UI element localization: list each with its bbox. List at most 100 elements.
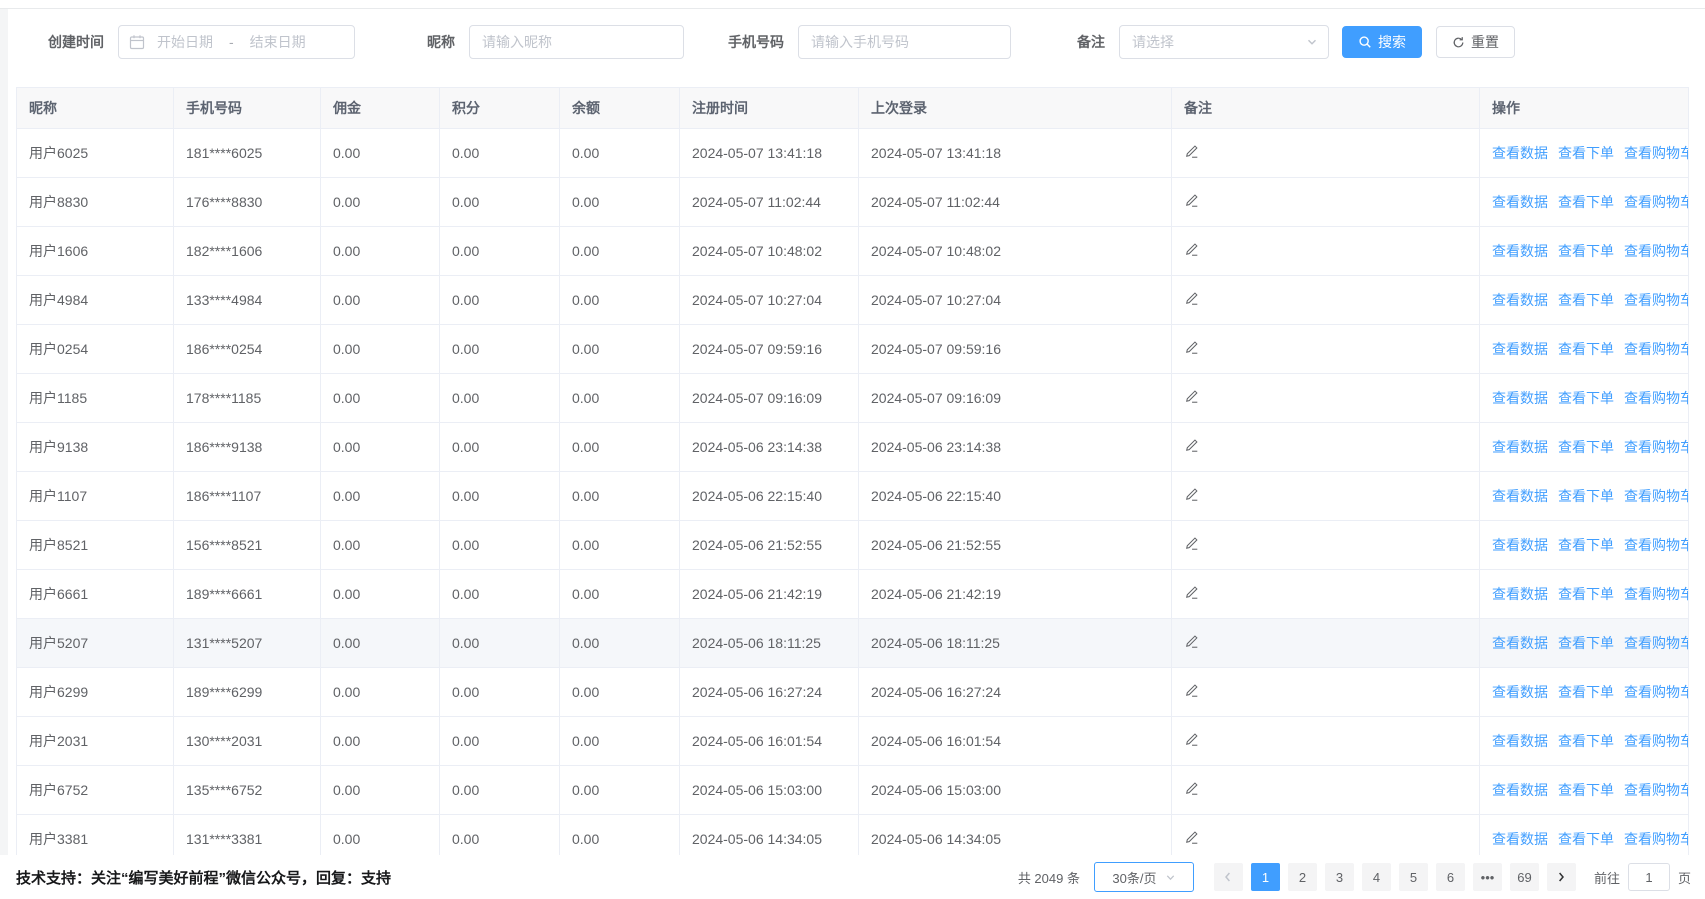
cell-commission: 0.00: [321, 325, 440, 374]
action-link-2[interactable]: 查看购物车: [1624, 145, 1689, 161]
date-range-picker[interactable]: -: [118, 25, 355, 59]
edit-remark-icon[interactable]: [1184, 389, 1199, 404]
action-link-2[interactable]: 查看购物车: [1624, 390, 1689, 406]
action-link-0[interactable]: 查看数据: [1492, 488, 1548, 504]
action-link-1[interactable]: 查看下单: [1558, 243, 1614, 259]
cell-points: 0.00: [440, 276, 560, 325]
edit-remark-icon[interactable]: [1184, 291, 1199, 306]
action-link-0[interactable]: 查看数据: [1492, 733, 1548, 749]
cell-register_time: 2024-05-06 22:15:40: [680, 472, 859, 521]
action-link-0[interactable]: 查看数据: [1492, 439, 1548, 455]
action-link-1[interactable]: 查看下单: [1558, 586, 1614, 602]
cell-commission: 0.00: [321, 178, 440, 227]
action-link-1[interactable]: 查看下单: [1558, 782, 1614, 798]
pagination-page-3[interactable]: 3: [1325, 863, 1354, 891]
action-link-1[interactable]: 查看下单: [1558, 439, 1614, 455]
filter-bar: 创建时间 - 昵称 手机号码 备注 请选择 搜索 重置: [8, 9, 1705, 75]
cell-remark: [1172, 325, 1480, 374]
pagination-page-4[interactable]: 4: [1362, 863, 1391, 891]
action-link-2[interactable]: 查看购物车: [1624, 292, 1689, 308]
pagination-page-69[interactable]: 69: [1510, 863, 1539, 891]
cell-balance: 0.00: [560, 325, 680, 374]
edit-remark-icon[interactable]: [1184, 536, 1199, 551]
edit-remark-icon[interactable]: [1184, 732, 1199, 747]
action-link-2[interactable]: 查看购物车: [1624, 341, 1689, 357]
nickname-input[interactable]: [469, 25, 684, 59]
action-link-2[interactable]: 查看购物车: [1624, 586, 1689, 602]
action-link-1[interactable]: 查看下单: [1558, 733, 1614, 749]
remark-select[interactable]: 请选择: [1119, 25, 1329, 59]
phone-input[interactable]: [798, 25, 1011, 59]
action-link-1[interactable]: 查看下单: [1558, 145, 1614, 161]
action-link-2[interactable]: 查看购物车: [1624, 733, 1689, 749]
cell-last_login: 2024-05-06 23:14:38: [859, 423, 1172, 472]
action-link-1[interactable]: 查看下单: [1558, 390, 1614, 406]
table-row: 用户3381131****33810.000.000.002024-05-06 …: [17, 815, 1689, 856]
table-row: 用户9138186****91380.000.000.002024-05-06 …: [17, 423, 1689, 472]
action-link-2[interactable]: 查看购物车: [1624, 782, 1689, 798]
end-date-input[interactable]: [238, 34, 318, 50]
action-link-1[interactable]: 查看下单: [1558, 635, 1614, 651]
action-link-2[interactable]: 查看购物车: [1624, 439, 1689, 455]
edit-remark-icon[interactable]: [1184, 193, 1199, 208]
reset-button[interactable]: 重置: [1436, 26, 1515, 58]
table-row: 用户8830176****88300.000.000.002024-05-07 …: [17, 178, 1689, 227]
start-date-input[interactable]: [145, 34, 225, 50]
cell-last_login: 2024-05-07 10:48:02: [859, 227, 1172, 276]
action-link-0[interactable]: 查看数据: [1492, 145, 1548, 161]
pagination-prev-button[interactable]: [1214, 863, 1243, 891]
action-link-2[interactable]: 查看购物车: [1624, 684, 1689, 700]
action-link-2[interactable]: 查看购物车: [1624, 831, 1689, 847]
action-link-2[interactable]: 查看购物车: [1624, 488, 1689, 504]
action-link-0[interactable]: 查看数据: [1492, 782, 1548, 798]
edit-remark-icon[interactable]: [1184, 242, 1199, 257]
action-link-0[interactable]: 查看数据: [1492, 292, 1548, 308]
column-header-last_login: 上次登录: [859, 88, 1172, 129]
pagination-page-6[interactable]: 6: [1436, 863, 1465, 891]
action-link-2[interactable]: 查看购物车: [1624, 194, 1689, 210]
edit-remark-icon[interactable]: [1184, 487, 1199, 502]
action-link-0[interactable]: 查看数据: [1492, 243, 1548, 259]
cell-last_login: 2024-05-06 16:27:24: [859, 668, 1172, 717]
search-button[interactable]: 搜索: [1342, 26, 1422, 58]
action-link-0[interactable]: 查看数据: [1492, 194, 1548, 210]
action-link-1[interactable]: 查看下单: [1558, 831, 1614, 847]
edit-remark-icon[interactable]: [1184, 438, 1199, 453]
action-link-0[interactable]: 查看数据: [1492, 390, 1548, 406]
table-row: 用户1606182****16060.000.000.002024-05-07 …: [17, 227, 1689, 276]
action-link-2[interactable]: 查看购物车: [1624, 537, 1689, 553]
edit-remark-icon[interactable]: [1184, 340, 1199, 355]
action-link-1[interactable]: 查看下单: [1558, 194, 1614, 210]
edit-remark-icon[interactable]: [1184, 585, 1199, 600]
action-link-1[interactable]: 查看下单: [1558, 292, 1614, 308]
action-link-2[interactable]: 查看购物车: [1624, 635, 1689, 651]
pagination-more-button[interactable]: •••: [1473, 863, 1502, 891]
pagination-page-1[interactable]: 1: [1251, 863, 1280, 891]
action-link-0[interactable]: 查看数据: [1492, 586, 1548, 602]
action-link-0[interactable]: 查看数据: [1492, 537, 1548, 553]
edit-remark-icon[interactable]: [1184, 830, 1199, 845]
pagination-next-button[interactable]: [1547, 863, 1576, 891]
page-size-select[interactable]: 30条/页: [1094, 862, 1194, 892]
column-header-balance: 余额: [560, 88, 680, 129]
pagination-page-2[interactable]: 2: [1288, 863, 1317, 891]
action-link-1[interactable]: 查看下单: [1558, 684, 1614, 700]
edit-remark-icon[interactable]: [1184, 781, 1199, 796]
action-link-0[interactable]: 查看数据: [1492, 341, 1548, 357]
cell-commission: 0.00: [321, 619, 440, 668]
goto-page-input[interactable]: [1628, 863, 1670, 891]
edit-remark-icon[interactable]: [1184, 634, 1199, 649]
action-link-0[interactable]: 查看数据: [1492, 831, 1548, 847]
action-link-0[interactable]: 查看数据: [1492, 635, 1548, 651]
pagination-page-5[interactable]: 5: [1399, 863, 1428, 891]
action-link-1[interactable]: 查看下单: [1558, 537, 1614, 553]
action-link-1[interactable]: 查看下单: [1558, 488, 1614, 504]
action-link-0[interactable]: 查看数据: [1492, 684, 1548, 700]
edit-remark-icon[interactable]: [1184, 683, 1199, 698]
cell-points: 0.00: [440, 472, 560, 521]
action-link-2[interactable]: 查看购物车: [1624, 243, 1689, 259]
edit-remark-icon[interactable]: [1184, 144, 1199, 159]
pagination-total: 共 2049 条: [1018, 868, 1080, 887]
action-link-1[interactable]: 查看下单: [1558, 341, 1614, 357]
cell-remark: [1172, 668, 1480, 717]
